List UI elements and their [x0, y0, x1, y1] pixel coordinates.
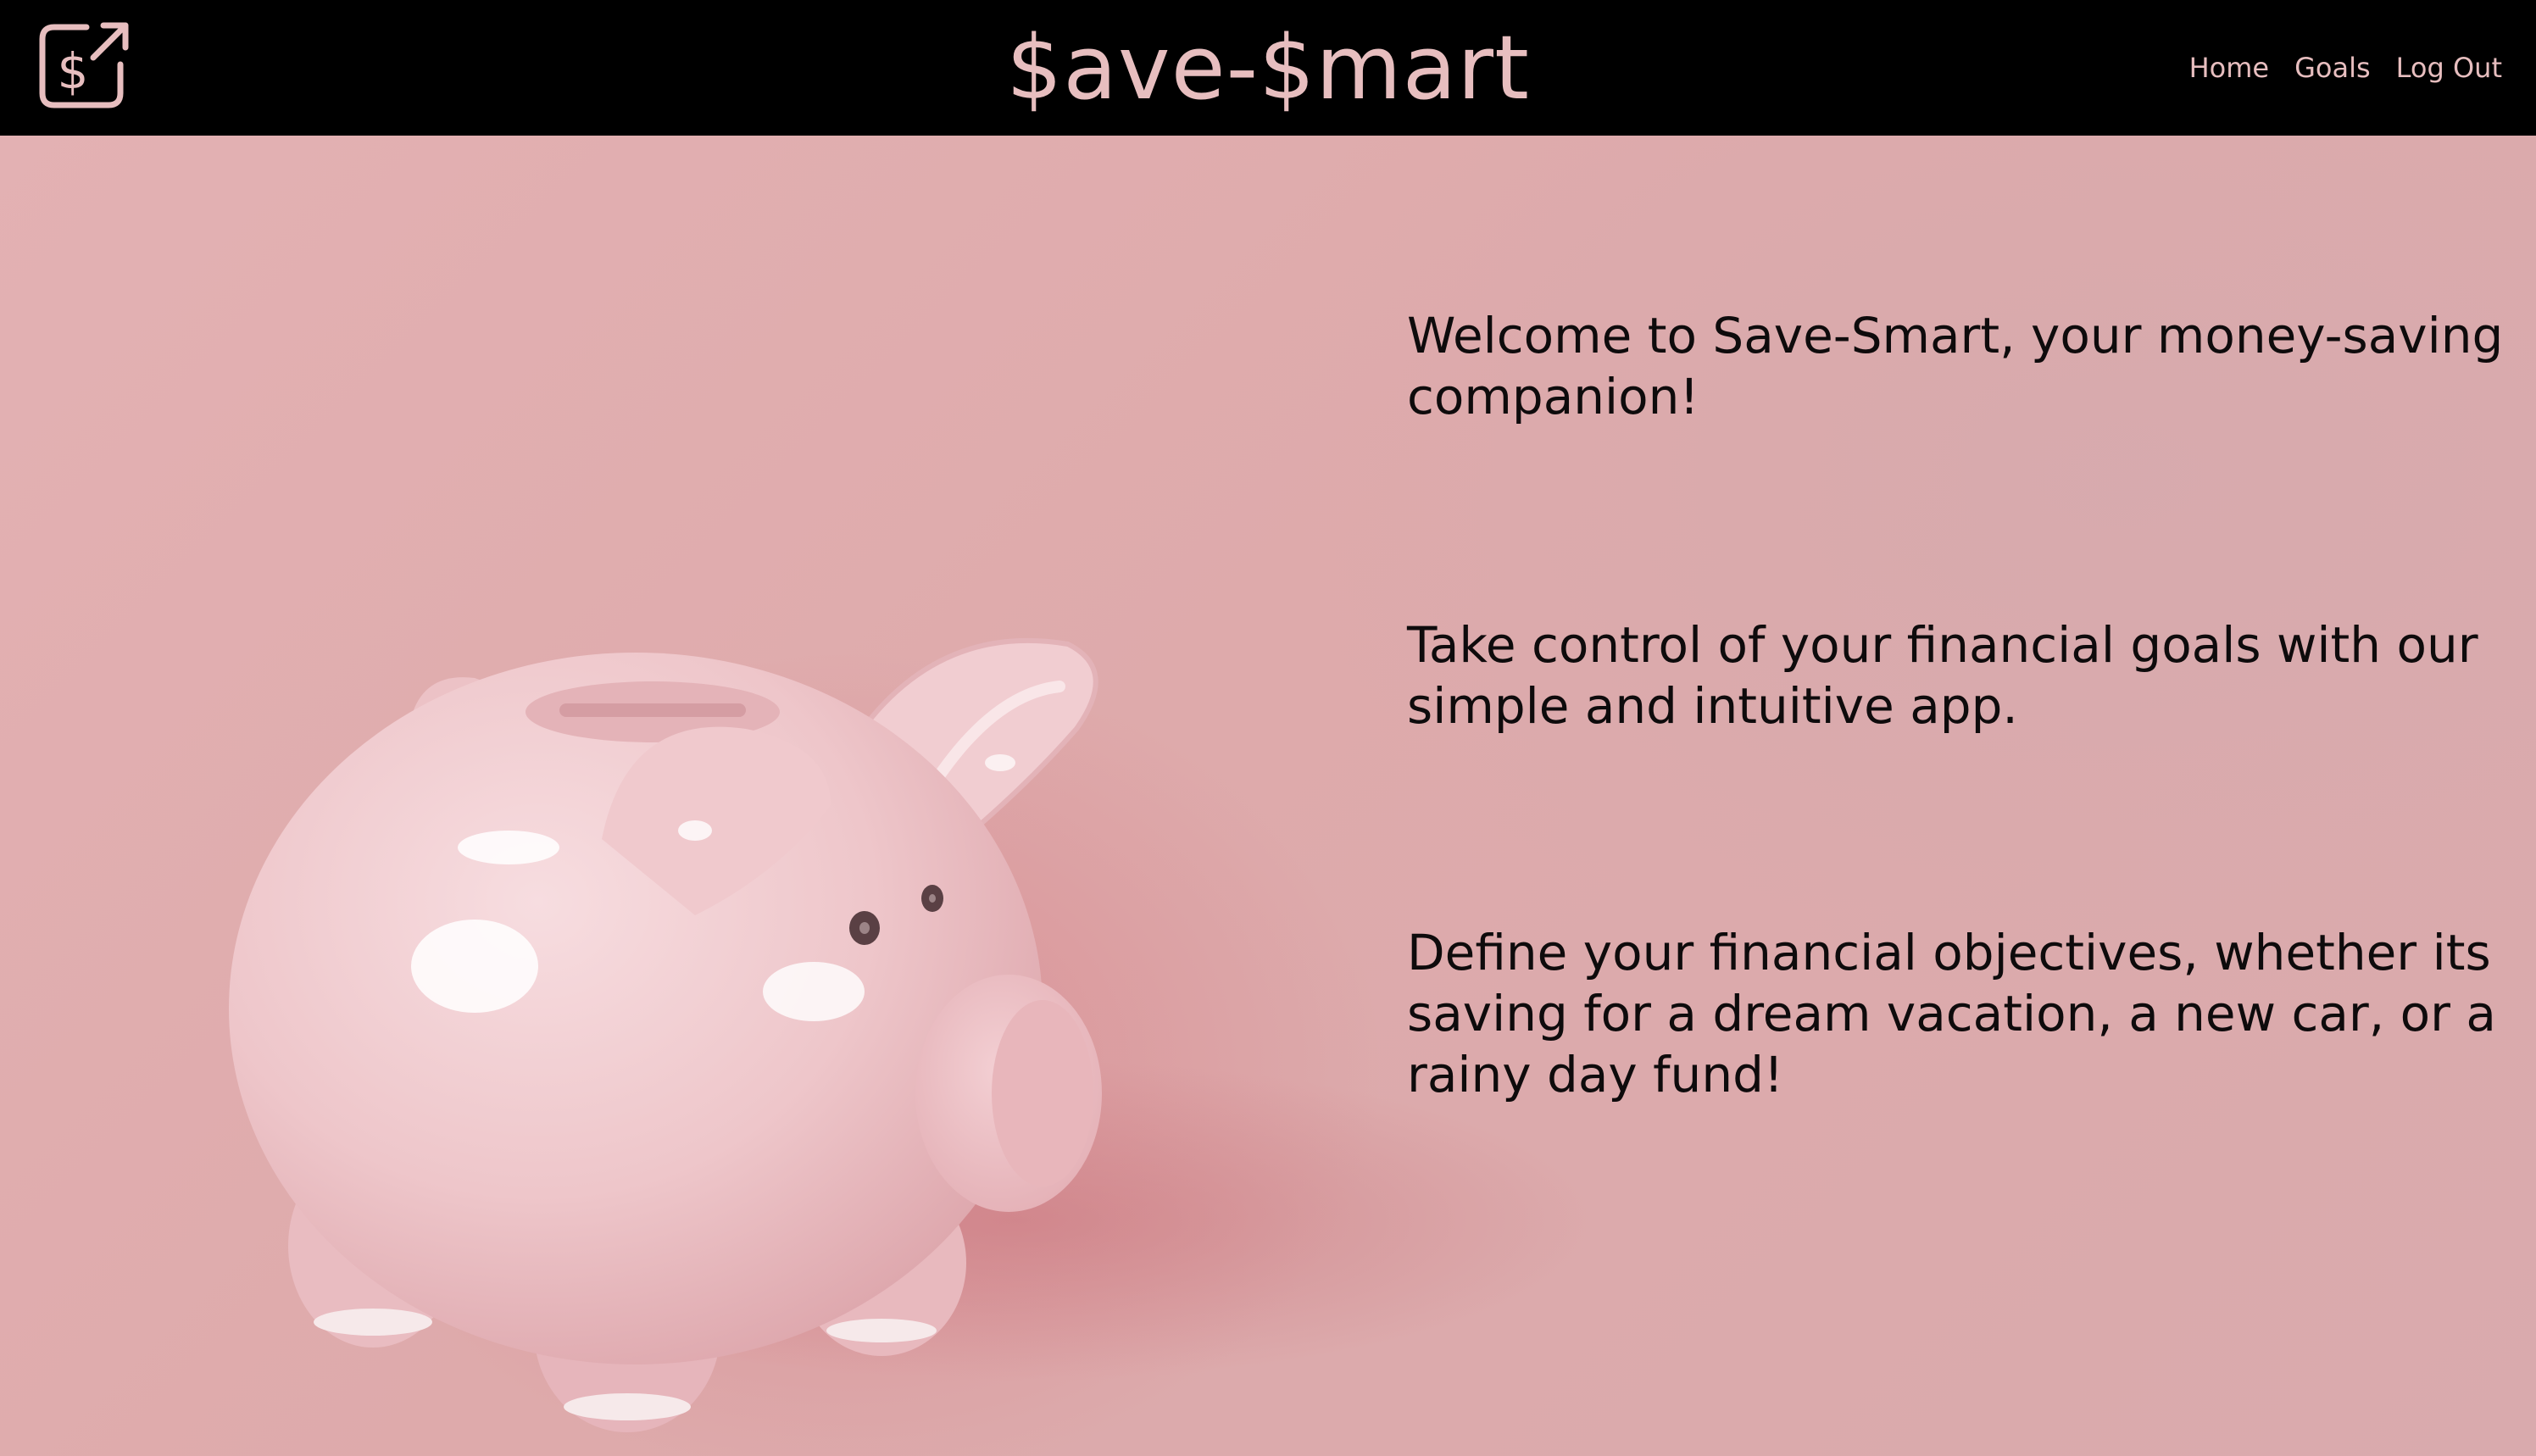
page: $ $ave-$mart Home Goals Log Out Welcome … [0, 0, 2536, 1456]
welcome-text: Welcome to Save-Smart, your money-saving… [1407, 307, 2504, 425]
piggy-bank-photo [153, 475, 1593, 1449]
top-bar: $ $ave-$mart Home Goals Log Out [0, 0, 2536, 136]
nav-home-link[interactable]: Home [2189, 52, 2270, 84]
nav-logout-link[interactable]: Log Out [2396, 52, 2502, 84]
hero-section: Welcome to Save-Smart, your money-saving… [0, 136, 2536, 1456]
define-text: Define your financial objectives, whethe… [1407, 924, 2496, 1103]
app-title: $ave-$mart [1006, 16, 1530, 119]
nav-goals-link[interactable]: Goals [2294, 52, 2371, 84]
main-nav: Home Goals Log Out [2189, 0, 2502, 136]
control-text: Take control of your financial goals wit… [1407, 616, 2478, 735]
